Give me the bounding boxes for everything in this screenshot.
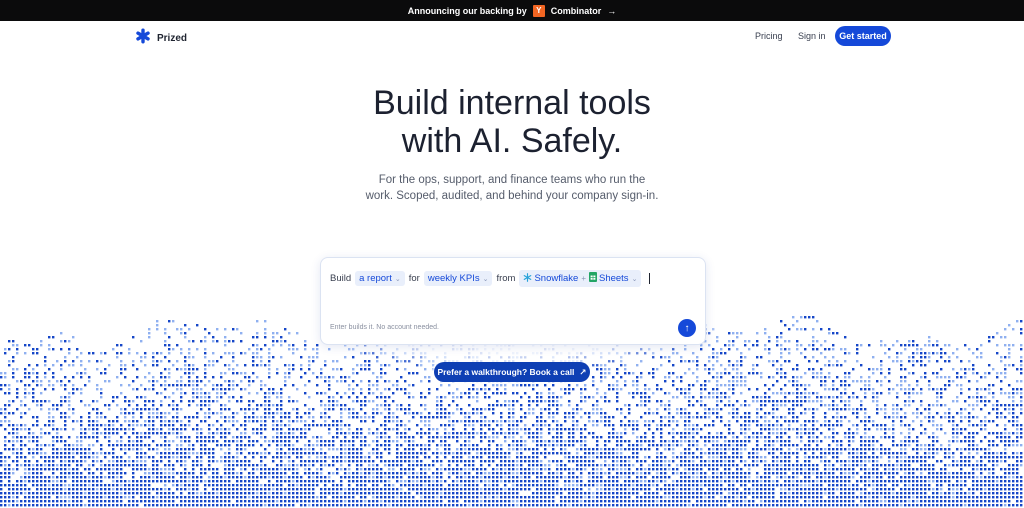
source-dropdown[interactable]: Snowflake + Sheets ⌄ [519,270,642,287]
prompt-builder[interactable]: Build a report ⌄ for weekly KPIs ⌄ from … [320,257,706,345]
prompt-sentence: Build a report ⌄ for weekly KPIs ⌄ from … [330,270,651,287]
prompt-word-from: from [496,273,516,284]
plus-icon: + [581,274,586,283]
prompt-word-for: for [408,273,420,284]
top-nav: Prized Pricing Sign in Get started [0,21,1024,53]
get-started-button[interactable]: Get started [835,26,891,46]
hero-subtitle-line-2: work. Scoped, audited, and behind your c… [365,190,659,202]
topic-value: weekly KPIs [427,273,480,284]
book-call-label: Prefer a walkthrough? Book a call [437,367,575,377]
chevron-down-icon: ⌄ [394,275,401,283]
source-sheets-label: Sheets [598,273,629,284]
arrow-up-icon: ↑ [684,322,690,334]
arrow-up-right-icon: ↗ [579,366,587,377]
hero-title-line-1: Build internal tools [373,84,651,122]
source-snowflake-label: Snowflake [534,273,579,284]
hero-subtitle: For the ops, support, and finance teams … [0,172,1024,204]
nav-pricing-link[interactable]: Pricing [755,31,783,41]
nav-signin-link[interactable]: Sign in [798,31,826,41]
brand-logo[interactable]: Prized [135,28,187,49]
hero-subtitle-line-1: For the ops, support, and finance teams … [378,174,646,186]
topic-dropdown[interactable]: weekly KPIs ⌄ [423,271,493,286]
announcement-banner[interactable]: Announcing our backing by Y Combinator → [0,0,1024,21]
brand-name: Prized [157,33,188,44]
output-type-dropdown[interactable]: a report ⌄ [355,271,405,286]
sheets-icon [588,272,597,285]
announcement-text: Announcing our backing by [407,5,527,16]
book-call-button[interactable]: Prefer a walkthrough? Book a call ↗ [434,362,590,382]
prompt-hint: Enter builds it. No account needed. [330,324,439,331]
announcement-combinator: Combinator [550,5,602,16]
arrow-right-icon: → [607,5,617,16]
text-cursor [649,273,651,284]
hero-title-line-2: with AI. Safely. [401,122,623,160]
source-sheets: Sheets [588,272,629,285]
submit-button[interactable]: ↑ [678,319,696,337]
y-combinator-logo-icon: Y [532,4,545,17]
source-snowflake: Snowflake [523,272,579,285]
output-type-value: a report [359,273,392,284]
snowflake-icon [523,272,532,285]
chevron-down-icon: ⌄ [631,275,638,283]
prompt-word-build: Build [330,273,352,284]
chevron-down-icon: ⌄ [482,275,489,283]
asterisk-logo-icon [135,28,151,49]
hero-title: Build internal tools with AI. Safely. [0,84,1024,160]
